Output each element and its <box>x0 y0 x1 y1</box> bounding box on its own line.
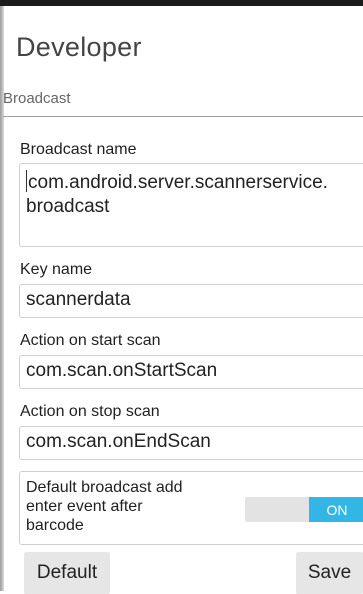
enter-event-label: Default broadcast add enter event after … <box>26 478 226 535</box>
broadcast-name-input[interactable]: com.android.server.scannerservice. broad… <box>19 163 363 247</box>
default-button[interactable]: Default <box>24 552 110 594</box>
action-stop-value: com.scan.onEndScan <box>26 431 211 452</box>
action-start-value: com.scan.onStartScan <box>26 360 218 381</box>
toggle-on-thumb: ON <box>309 497 363 522</box>
key-name-value: scannerdata <box>26 289 131 310</box>
action-start-label: Action on start scan <box>20 332 161 349</box>
enter-event-toggle[interactable]: ON <box>245 497 363 522</box>
broadcast-name-value-line2: broadcast <box>26 196 110 217</box>
enter-event-label-line2: enter event after <box>26 498 143 515</box>
status-bar-strip <box>0 0 363 6</box>
window-edge <box>0 0 4 591</box>
action-stop-label: Action on stop scan <box>20 403 160 420</box>
save-button[interactable]: Save <box>296 552 363 594</box>
key-name-label: Key name <box>20 261 93 278</box>
action-stop-input[interactable]: com.scan.onEndScan <box>19 426 363 460</box>
broadcast-name-value-line1: com.android.server.scannerservice. <box>28 172 328 193</box>
section-divider <box>3 116 363 117</box>
enter-event-label-line1: Default broadcast add <box>26 479 183 496</box>
text-cursor <box>26 170 27 192</box>
key-name-input[interactable]: scannerdata <box>19 284 363 318</box>
broadcast-name-label: Broadcast name <box>20 141 137 158</box>
enter-event-label-line3: barcode <box>26 517 84 534</box>
section-title: Broadcast <box>3 90 71 107</box>
action-start-input[interactable]: com.scan.onStartScan <box>19 355 363 389</box>
enter-event-setting: Default broadcast add enter event after … <box>19 471 363 545</box>
dialog-title: Developer <box>16 32 142 62</box>
